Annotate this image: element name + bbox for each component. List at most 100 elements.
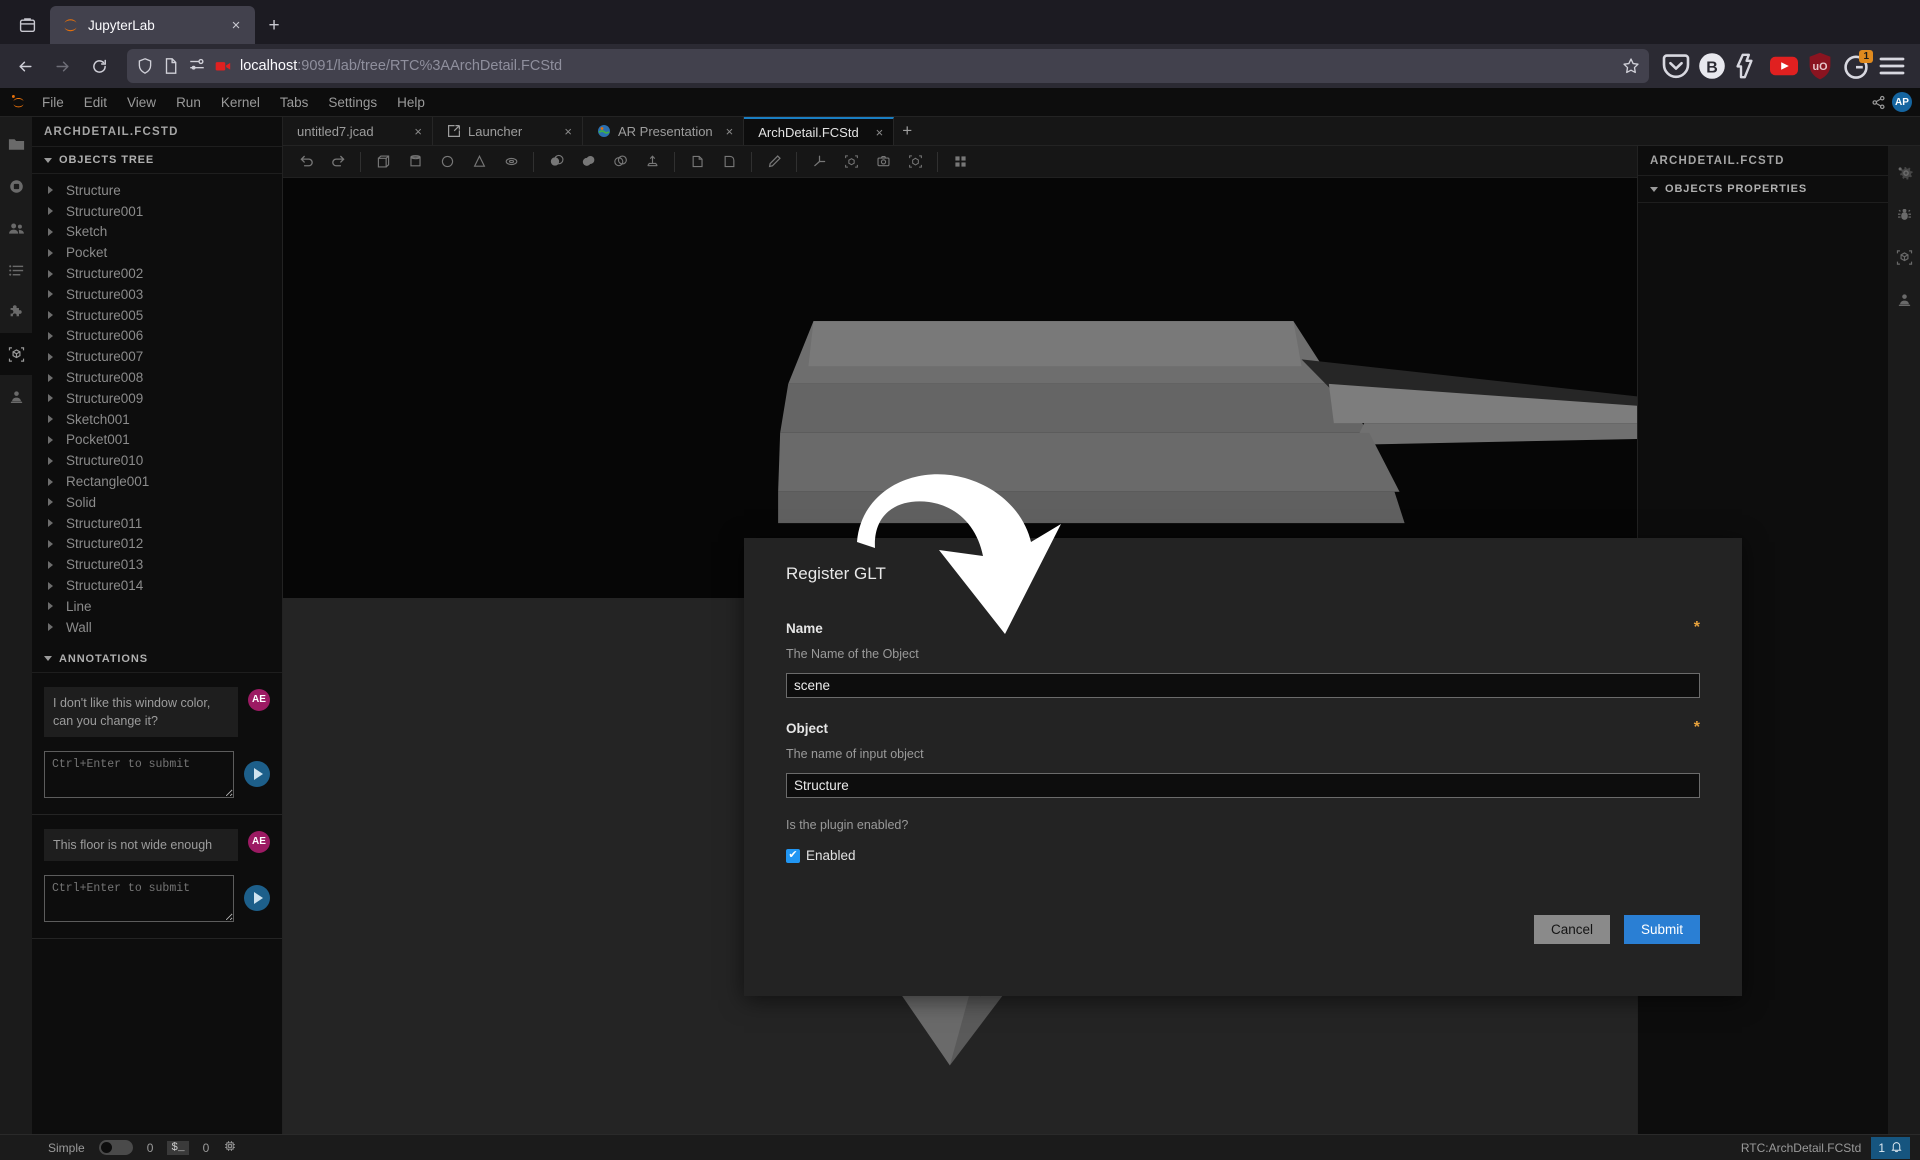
share-icon[interactable] (1871, 95, 1886, 110)
tree-item[interactable]: Structure012 (32, 534, 282, 555)
object-input[interactable] (786, 773, 1700, 798)
menu-view[interactable]: View (117, 88, 166, 116)
undo-icon[interactable] (291, 149, 321, 175)
tree-item[interactable]: Structure009 (32, 388, 282, 409)
firefox-view-button[interactable] (4, 6, 50, 44)
document-tab-ar-presentation[interactable]: AR Presentation × (583, 117, 745, 145)
tree-item[interactable]: Solid (32, 492, 282, 513)
chevron-right-icon[interactable] (48, 415, 53, 424)
axes-icon[interactable] (804, 149, 834, 175)
chevron-right-icon[interactable] (48, 498, 53, 507)
pocket-icon[interactable] (1660, 50, 1692, 82)
permissions-icon[interactable] (188, 57, 206, 75)
grid-icon[interactable] (945, 149, 975, 175)
annotation-submit-button[interactable] (244, 761, 270, 788)
menu-run[interactable]: Run (166, 88, 211, 116)
chevron-right-icon[interactable] (48, 311, 53, 320)
tree-item[interactable]: Structure (32, 180, 282, 201)
menu-edit[interactable]: Edit (74, 88, 117, 116)
tree-item[interactable]: Structure002 (32, 263, 282, 284)
notification-indicator[interactable]: 1 (1871, 1136, 1910, 1159)
sidebar-item-collaboration[interactable] (0, 207, 32, 249)
chevron-right-icon[interactable] (48, 560, 53, 569)
chevron-right-icon[interactable] (48, 186, 53, 195)
objects-tree-section-header[interactable]: OBJECTS TREE (32, 147, 282, 174)
tree-item[interactable]: Structure006 (32, 326, 282, 347)
torus-icon[interactable] (496, 149, 526, 175)
tree-item[interactable]: Structure001 (32, 201, 282, 222)
annotations-section-header[interactable]: ANNOTATIONS (32, 646, 282, 673)
sidebar-item-running-terminals[interactable] (0, 165, 32, 207)
screenshot-icon[interactable] (868, 149, 898, 175)
extrusion-icon[interactable] (637, 149, 667, 175)
youtube-downloader-icon[interactable] (1768, 50, 1800, 82)
sidebar-item-debugger[interactable] (1888, 194, 1920, 236)
explode-icon[interactable] (836, 149, 866, 175)
redo-icon[interactable] (323, 149, 353, 175)
sidebar-item-cad-objects[interactable] (1888, 236, 1920, 278)
chevron-right-icon[interactable] (48, 269, 53, 278)
menu-file[interactable]: File (32, 88, 74, 116)
enabled-checkbox[interactable]: ✔ (786, 848, 800, 863)
chevron-right-icon[interactable] (48, 539, 53, 548)
shield-icon[interactable] (136, 57, 154, 75)
sidebar-item-file-browser[interactable] (0, 123, 32, 165)
mode-toggle[interactable] (98, 1140, 133, 1155)
tree-item[interactable]: Line (32, 596, 282, 617)
register-gltf-dialog[interactable]: Register GLT Name * The Name of the Obje… (744, 538, 1742, 996)
add-document-tab-button[interactable]: + (894, 117, 920, 145)
menu-settings[interactable]: Settings (318, 88, 387, 116)
close-icon[interactable]: × (225, 14, 247, 36)
menu-kernel[interactable]: Kernel (211, 88, 270, 116)
bitwarden-icon[interactable]: B (1696, 50, 1728, 82)
chevron-right-icon[interactable] (48, 623, 53, 632)
chevron-right-icon[interactable] (48, 290, 53, 299)
objects-properties-section-header[interactable]: OBJECTS PROPERTIES (1638, 176, 1888, 203)
sidebar-item-annotations[interactable] (1888, 278, 1920, 320)
chevron-right-icon[interactable] (48, 394, 53, 403)
sphere-icon[interactable] (432, 149, 462, 175)
chevron-right-icon[interactable] (48, 456, 53, 465)
cut-icon[interactable] (541, 149, 571, 175)
document-tab-archdetail[interactable]: ArchDetail.FCStd × (744, 117, 895, 145)
chevron-right-icon[interactable] (48, 352, 53, 361)
privacy-badger-icon[interactable] (1732, 50, 1764, 82)
camera-sharing-icon[interactable] (214, 57, 232, 75)
cpu-icon[interactable] (223, 1139, 237, 1156)
avatar[interactable]: AP (1892, 92, 1912, 112)
tree-item[interactable]: Structure013 (32, 554, 282, 575)
name-input[interactable] (786, 673, 1700, 698)
reload-icon[interactable] (82, 49, 116, 83)
tree-item[interactable]: Pocket (32, 242, 282, 263)
chevron-right-icon[interactable] (48, 331, 53, 340)
sidebar-item-extension-manager[interactable] (0, 291, 32, 333)
field-enabled[interactable]: ✔ Enabled (786, 848, 1700, 863)
tree-item[interactable]: Structure007 (32, 346, 282, 367)
close-icon[interactable]: × (558, 124, 572, 139)
clip-plane-icon[interactable] (900, 149, 930, 175)
close-icon[interactable]: × (870, 125, 884, 140)
chevron-right-icon[interactable] (48, 519, 53, 528)
bookmark-star-icon[interactable] (1622, 57, 1640, 75)
intersection-icon[interactable] (605, 149, 635, 175)
chamfer-icon[interactable] (714, 149, 744, 175)
chevron-right-icon[interactable] (48, 477, 53, 486)
tree-item[interactable]: Structure003 (32, 284, 282, 305)
tree-item[interactable]: Sketch (32, 222, 282, 243)
chevron-right-icon[interactable] (48, 373, 53, 382)
sidebar-item-cad-objects[interactable] (0, 333, 32, 375)
tree-item[interactable]: Pocket001 (32, 430, 282, 451)
menu-tabs[interactable]: Tabs (270, 88, 319, 116)
annotation-reply-input[interactable] (44, 874, 234, 922)
browser-tab[interactable]: JupyterLab × (50, 6, 255, 44)
chevron-right-icon[interactable] (48, 602, 53, 611)
page-info-icon[interactable] (162, 57, 180, 75)
chevron-right-icon[interactable] (48, 207, 53, 216)
tree-item[interactable]: Structure014 (32, 575, 282, 596)
ublock-origin-icon[interactable]: uO (1804, 50, 1836, 82)
new-tab-button[interactable]: + (263, 14, 285, 36)
chevron-right-icon[interactable] (48, 581, 53, 590)
tree-item[interactable]: Structure010 (32, 450, 282, 471)
cancel-button[interactable]: Cancel (1534, 915, 1610, 944)
tree-item[interactable]: Structure011 (32, 513, 282, 534)
